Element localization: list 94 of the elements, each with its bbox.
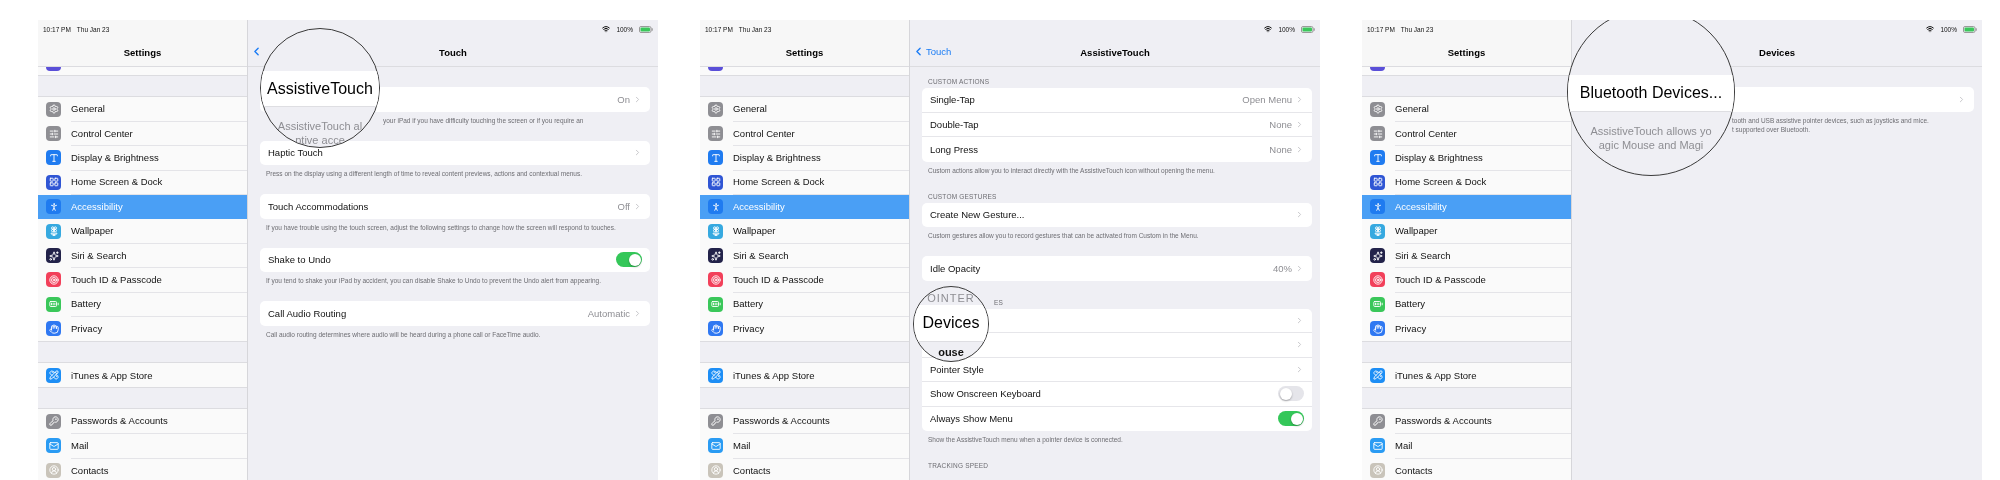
chevron-right-icon <box>633 201 642 211</box>
row-label: Pointer Style <box>930 363 984 375</box>
sidebar-item[interactable]: Wallpaper <box>38 218 247 244</box>
page-title: AssistiveTouch <box>1080 46 1150 58</box>
sidebar-item[interactable]: iTunes & App Store <box>1362 362 1571 388</box>
row-label: Double-Tap <box>930 118 979 130</box>
sidebar-item[interactable]: Contacts <box>1362 458 1571 480</box>
magnified-text: AssistiveTouch allows yo <box>1590 125 1712 137</box>
sidebar-item[interactable]: Mail <box>38 433 247 459</box>
sidebar-item[interactable]: Wallpaper <box>1362 218 1571 244</box>
sidebar-item[interactable]: Contacts <box>38 458 247 480</box>
battery-icon <box>1301 25 1315 33</box>
magnified-text: agic Mouse and Magi <box>1598 139 1704 151</box>
row-value: None <box>1269 118 1292 130</box>
row-label: Single-Tap <box>930 94 975 106</box>
toggle-switch[interactable] <box>1278 386 1304 402</box>
sidebar-title: Settings <box>785 46 824 58</box>
sidebar-item[interactable]: Control Center <box>700 121 909 146</box>
wifi-icon <box>1264 25 1273 33</box>
sidebar-item[interactable]: Siri & Search <box>38 243 247 268</box>
row-label: Call Audio Routing <box>268 307 347 319</box>
wifi-icon <box>602 25 611 33</box>
sidebar-item[interactable]: Privacy <box>38 316 247 341</box>
sidebar-item[interactable]: General <box>700 97 909 122</box>
sidebar-item[interactable]: Mail <box>1362 433 1571 459</box>
row-label: Show Onscreen Keyboard <box>930 388 1041 400</box>
toggle-switch[interactable] <box>616 252 642 268</box>
chevron-right-icon <box>1295 364 1304 374</box>
magnified-text: ouse <box>938 346 964 358</box>
row-value: Automatic <box>587 307 630 319</box>
sidebar-item[interactable]: Touch ID & Passcode <box>700 267 909 293</box>
sidebar-item[interactable]: Privacy <box>700 316 909 341</box>
app-icon <box>1370 67 1385 71</box>
chevron-right-icon <box>1295 315 1304 325</box>
magnified-label: AssistiveTouch <box>267 79 373 98</box>
app-icon <box>46 67 61 71</box>
row-label: Shake to Undo <box>268 254 331 266</box>
battery-icon <box>639 25 653 33</box>
sidebar-item[interactable]: Display & Brightness <box>1362 145 1571 171</box>
sidebar-item[interactable]: iTunes & App Store <box>38 362 247 388</box>
sidebar-item[interactable]: Privacy <box>1362 316 1571 341</box>
wifi-icon <box>1926 25 1935 33</box>
magnified-label: Bluetooth Devices... <box>1579 84 1723 102</box>
magnified-text: AssistiveTouch al <box>277 120 363 132</box>
row-value: Open Menu <box>1242 94 1292 106</box>
sidebar-item[interactable]: Mail <box>700 433 909 459</box>
row-value: On <box>617 93 630 105</box>
row-label: Always Show Menu <box>930 413 1013 425</box>
chevron-right-icon <box>633 148 642 158</box>
back-button[interactable]: Touch <box>912 45 952 58</box>
sidebar-item[interactable]: Battery <box>38 292 247 317</box>
sidebar-item[interactable]: Passwords & Accounts <box>700 409 909 434</box>
sidebar-item[interactable]: Touch ID & Passcode <box>1362 267 1571 293</box>
row-label: Haptic Touch <box>268 147 323 159</box>
app-icon <box>708 67 723 71</box>
row-value: 40% <box>1273 262 1292 274</box>
magnified-label: Devices <box>922 314 980 332</box>
sidebar-item[interactable]: Touch ID & Passcode <box>38 267 247 293</box>
sidebar-item[interactable]: Siri & Search <box>1362 243 1571 268</box>
row-label: Idle Opacity <box>930 262 981 274</box>
sidebar-item[interactable]: Battery <box>700 292 909 317</box>
chevron-right-icon <box>1957 94 1966 104</box>
chevron-right-icon <box>1295 210 1304 220</box>
row-value: Off <box>617 200 630 212</box>
page-title: Touch <box>439 46 467 58</box>
sidebar-item[interactable]: Contacts <box>700 458 909 480</box>
sidebar-item[interactable]: Control Center <box>38 121 247 146</box>
row-label: Create New Gesture... <box>930 209 1025 221</box>
chevron-right-icon <box>1295 340 1304 350</box>
chevron-right-icon <box>1295 119 1304 129</box>
sidebar-item[interactable]: Passwords & Accounts <box>1362 409 1571 434</box>
chevron-right-icon <box>1295 263 1304 273</box>
sidebar-title: Settings <box>1447 46 1486 58</box>
chevron-right-icon <box>1295 95 1304 105</box>
sidebar-item[interactable]: Wallpaper <box>700 218 909 244</box>
sidebar-item[interactable]: Battery <box>1362 292 1571 317</box>
chevron-right-icon <box>633 94 642 104</box>
row-label: Long Press <box>930 143 979 155</box>
magnified-header: OINTER <box>927 292 975 304</box>
sidebar-item[interactable]: General <box>38 97 247 122</box>
sidebar-item[interactable]: Display & Brightness <box>38 145 247 171</box>
chevron-right-icon <box>1295 144 1304 154</box>
sidebar-item[interactable]: Control Center <box>1362 121 1571 146</box>
sidebar-item[interactable]: iTunes & App Store <box>700 362 909 388</box>
page-title: Devices <box>1759 46 1795 58</box>
chevron-right-icon <box>633 308 642 318</box>
sidebar-item[interactable]: Siri & Search <box>700 243 909 268</box>
row-label: Touch Accommodations <box>268 200 369 212</box>
sidebar-item[interactable]: Passwords & Accounts <box>38 409 247 434</box>
row-value: None <box>1269 143 1292 155</box>
toggle-switch[interactable] <box>1278 411 1304 427</box>
battery-icon <box>1963 25 1977 33</box>
sidebar-item[interactable]: Display & Brightness <box>700 145 909 171</box>
sidebar-title: Settings <box>123 46 162 58</box>
